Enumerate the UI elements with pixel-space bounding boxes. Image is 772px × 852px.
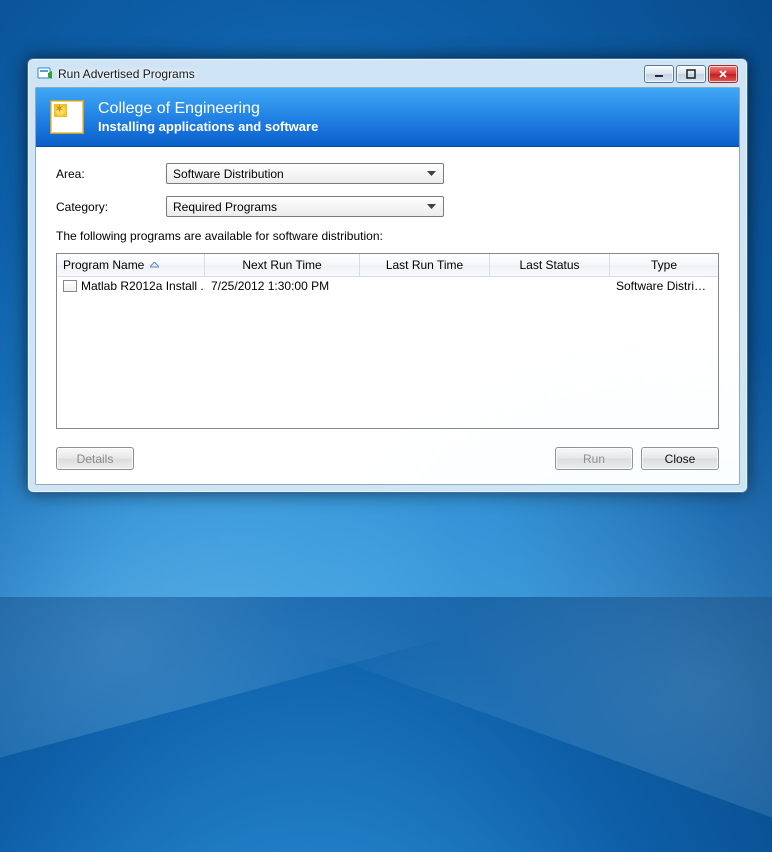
titlebar: Run Advertised Programs bbox=[35, 65, 740, 87]
column-header-last-run[interactable]: Last Run Time bbox=[360, 254, 490, 276]
run-button[interactable]: Run bbox=[555, 447, 633, 470]
content-area: Area: Software Distribution Category: Re… bbox=[36, 147, 739, 484]
column-label: Last Run Time bbox=[386, 258, 463, 272]
app-window: Run Advertised Programs College of Engin… bbox=[27, 58, 748, 493]
column-label: Program Name bbox=[63, 258, 144, 272]
listview-header: Program Name Next Run Time Last Run Time… bbox=[57, 254, 718, 277]
close-window-button[interactable] bbox=[708, 65, 738, 83]
area-combobox[interactable]: Software Distribution bbox=[166, 163, 444, 184]
program-icon bbox=[63, 280, 77, 292]
chevron-down-icon bbox=[423, 171, 439, 177]
chevron-down-icon bbox=[423, 204, 439, 210]
instruction-text: The following programs are available for… bbox=[56, 229, 719, 243]
window-title: Run Advertised Programs bbox=[58, 67, 644, 81]
column-label: Next Run Time bbox=[242, 258, 321, 272]
spacer bbox=[142, 447, 547, 470]
column-label: Type bbox=[651, 258, 677, 272]
banner-subtitle: Installing applications and software bbox=[98, 119, 318, 134]
banner-text: College of Engineering Installing applic… bbox=[98, 100, 318, 134]
column-header-last-status[interactable]: Last Status bbox=[490, 254, 610, 276]
category-label: Category: bbox=[56, 200, 166, 214]
banner-title: College of Engineering bbox=[98, 100, 318, 118]
cell-next-run: 7/25/2012 1:30:00 PM bbox=[205, 279, 360, 293]
details-button[interactable]: Details bbox=[56, 447, 134, 470]
column-header-next-run[interactable]: Next Run Time bbox=[205, 254, 360, 276]
program-listview: Program Name Next Run Time Last Run Time… bbox=[56, 253, 719, 429]
category-combobox[interactable]: Required Programs bbox=[166, 196, 444, 217]
area-row: Area: Software Distribution bbox=[56, 163, 719, 184]
category-combobox-value: Required Programs bbox=[173, 200, 423, 214]
column-header-type[interactable]: Type bbox=[610, 254, 718, 276]
maximize-button[interactable] bbox=[676, 65, 706, 83]
close-button[interactable]: Close bbox=[641, 447, 719, 470]
cell-program-name: Matlab R2012a Install ... bbox=[57, 279, 205, 293]
area-combobox-value: Software Distribution bbox=[173, 167, 423, 181]
category-row: Category: Required Programs bbox=[56, 196, 719, 217]
button-label: Run bbox=[583, 452, 605, 466]
banner-icon bbox=[50, 100, 84, 134]
banner: College of Engineering Installing applic… bbox=[36, 88, 739, 147]
listview-body[interactable]: Matlab R2012a Install ... 7/25/2012 1:30… bbox=[57, 277, 718, 428]
window-control-buttons bbox=[644, 65, 738, 83]
column-header-program-name[interactable]: Program Name bbox=[57, 254, 205, 276]
area-label: Area: bbox=[56, 167, 166, 181]
button-label: Details bbox=[77, 452, 114, 466]
list-item[interactable]: Matlab R2012a Install ... 7/25/2012 1:30… bbox=[57, 277, 718, 295]
sort-ascending-icon bbox=[150, 262, 159, 268]
column-label: Last Status bbox=[519, 258, 579, 272]
cell-type: Software Distribution bbox=[610, 279, 718, 293]
program-name-text: Matlab R2012a Install ... bbox=[81, 279, 205, 293]
app-icon bbox=[37, 66, 53, 82]
button-row: Details Run Close bbox=[56, 447, 719, 470]
minimize-button[interactable] bbox=[644, 65, 674, 83]
button-label: Close bbox=[665, 452, 696, 466]
client-area: College of Engineering Installing applic… bbox=[35, 87, 740, 485]
